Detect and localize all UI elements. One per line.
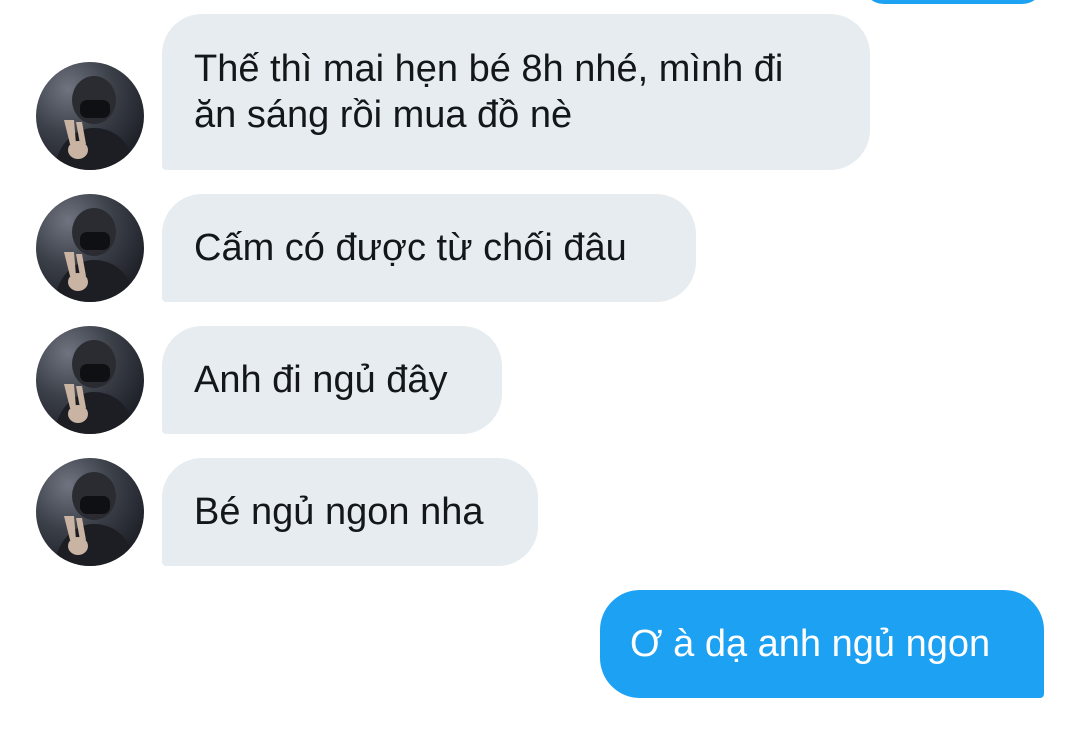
avatar-photo-icon xyxy=(54,208,136,302)
avatar[interactable] xyxy=(36,62,144,170)
message-bubble-incoming[interactable]: Cấm có được từ chối đâu xyxy=(162,194,696,302)
avatar-photo-icon xyxy=(54,472,136,566)
chat-thread: Thế thì mai hẹn bé 8h nhé, mình đi ăn sá… xyxy=(0,0,1080,732)
avatar-photo-icon xyxy=(54,76,136,170)
avatar-photo-icon xyxy=(54,340,136,434)
avatar[interactable] xyxy=(36,458,144,566)
message-bubble-outgoing[interactable]: Ơ à dạ anh ngủ ngon xyxy=(600,590,1044,698)
avatar[interactable] xyxy=(36,194,144,302)
message-bubble-incoming[interactable]: Anh đi ngủ đây xyxy=(162,326,502,434)
message-bubble-incoming[interactable]: Thế thì mai hẹn bé 8h nhé, mình đi ăn sá… xyxy=(162,14,870,170)
previous-outgoing-bubble[interactable] xyxy=(862,0,1044,4)
message-bubble-incoming[interactable]: Bé ngủ ngon nha xyxy=(162,458,538,566)
avatar[interactable] xyxy=(36,326,144,434)
